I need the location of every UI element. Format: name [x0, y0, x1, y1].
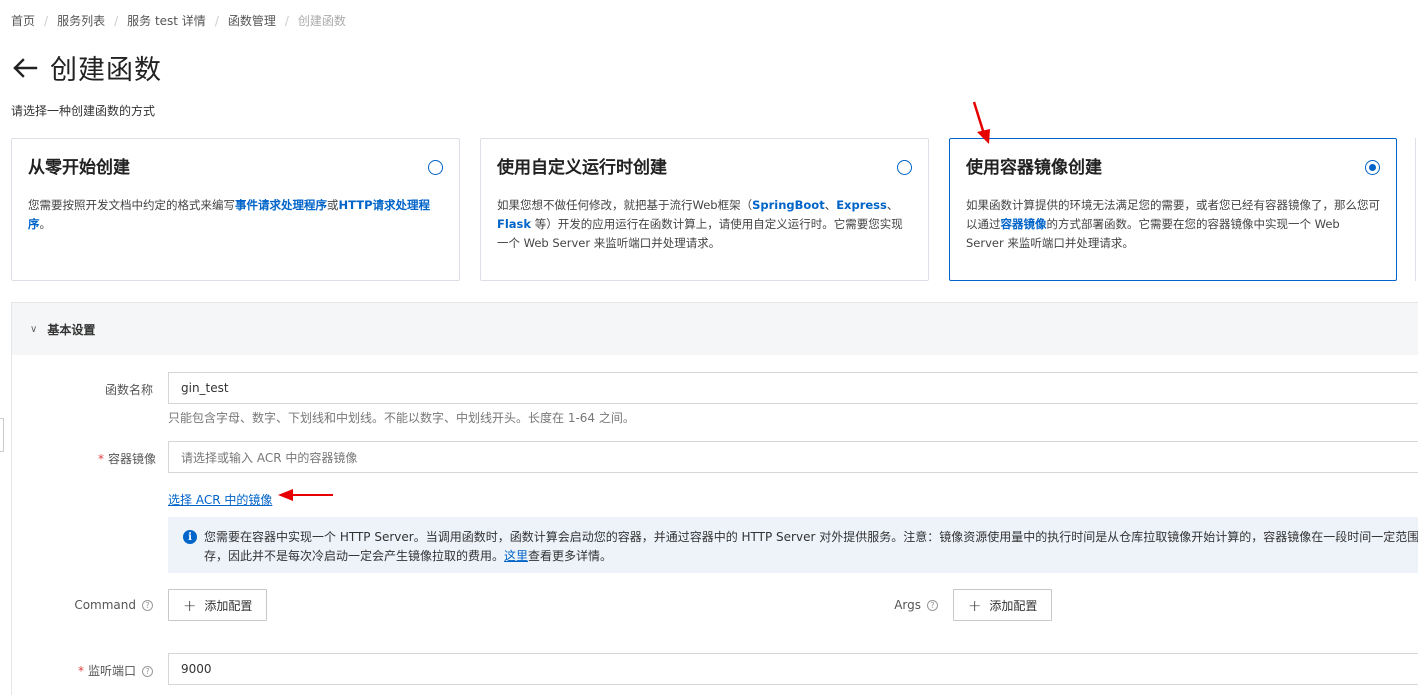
card-title: 使用自定义运行时创建: [497, 158, 667, 178]
port-label: * 监听端口?: [60, 662, 153, 679]
info-text-line2: 存，因此并不是每次冷启动一定会产生镜像拉取的费用。这里查看更多详情。: [204, 549, 613, 563]
page-title: 创建函数: [50, 55, 162, 86]
card-description: 如果函数计算提供的环境无法满足您的需要，或者您已经有容器镜像了，那么您可以通过容…: [966, 198, 1380, 250]
card-title: 从零开始创建: [28, 158, 130, 178]
plus-icon: +: [968, 595, 982, 615]
create-method-card-container-image[interactable]: 使用容器镜像创建 如果函数计算提供的环境无法满足您的需要，或者您已经有容器镜像了…: [949, 138, 1397, 281]
add-args-config-button[interactable]: + 添加配置: [953, 589, 1053, 621]
breadcrumb-function-mgmt[interactable]: 函数管理: [228, 12, 276, 29]
breadcrumb-home[interactable]: 首页: [11, 12, 35, 29]
create-method-card-scratch[interactable]: 从零开始创建 您需要按照开发文档中约定的格式来编写事件请求处理程序或HTTP请求…: [11, 138, 460, 281]
radio-button[interactable]: [897, 160, 912, 175]
page-header: 创建函数: [10, 48, 162, 87]
info-detail-link[interactable]: 这里: [504, 549, 528, 563]
breadcrumb-service-detail[interactable]: 服务 test 详情: [127, 12, 206, 29]
command-label: Command?: [60, 598, 153, 612]
breadcrumb-separator: /: [214, 13, 219, 28]
card-description: 您需要按照开发文档中约定的格式来编写事件请求处理程序或HTTP请求处理程序。: [28, 198, 431, 231]
help-icon[interactable]: ?: [142, 666, 153, 677]
page-subtitle: 请选择一种创建函数的方式: [11, 104, 156, 118]
args-label: Args?: [860, 598, 938, 612]
info-notice: i 您需要在容器中实现一个 HTTP Server。当调用函数时，函数计算会启动…: [168, 517, 1418, 573]
function-name-label: 函数名称: [104, 383, 153, 397]
select-acr-image-link[interactable]: 选择 ACR 中的镜像: [168, 491, 272, 508]
annotation-arrow-icon: [972, 101, 990, 144]
info-icon: i: [183, 530, 197, 544]
side-handle[interactable]: [0, 418, 4, 452]
card-title: 使用容器镜像创建: [966, 158, 1102, 178]
breadcrumb-separator: /: [114, 13, 119, 28]
radio-button-checked[interactable]: [1365, 160, 1380, 175]
breadcrumb-service-list[interactable]: 服务列表: [57, 12, 105, 29]
section-header[interactable]: ∨ 基本设置: [12, 303, 1418, 355]
add-command-config-button[interactable]: + 添加配置: [168, 589, 268, 621]
annotation-arrow-icon: [278, 489, 333, 501]
breadcrumb-current: 创建函数: [297, 14, 346, 28]
container-image-input[interactable]: 请选择或输入 ACR 中的容器镜像: [168, 441, 1418, 473]
breadcrumb-separator: /: [44, 13, 49, 28]
info-text-line1: 您需要在容器中实现一个 HTTP Server。当调用函数时，函数计算会启动您的…: [204, 530, 1418, 544]
radio-button[interactable]: [428, 160, 443, 175]
function-name-input[interactable]: gin_test: [168, 372, 1418, 404]
back-arrow-icon[interactable]: [10, 53, 40, 83]
port-input[interactable]: 9000: [168, 653, 1418, 685]
function-name-hint: 只能包含字母、数字、下划线和中划线。不能以数字、中划线开头。长度在 1-64 之…: [168, 411, 635, 425]
create-method-card-custom-runtime[interactable]: 使用自定义运行时创建 如果您想不做任何修改，就把基于流行Web框架（Spring…: [480, 138, 929, 281]
container-image-label: * 容器镜像: [97, 452, 156, 466]
chevron-down-icon: ∨: [30, 323, 38, 335]
help-icon[interactable]: ?: [927, 600, 938, 611]
breadcrumb: 首页 / 服务列表 / 服务 test 详情 / 函数管理 / 创建函数: [11, 12, 346, 29]
breadcrumb-separator: /: [284, 13, 289, 28]
help-icon[interactable]: ?: [142, 600, 153, 611]
section-title: 基本设置: [47, 322, 96, 337]
card-description: 如果您想不做任何修改，就把基于流行Web框架（SpringBoot、Expres…: [497, 198, 903, 250]
plus-icon: +: [183, 595, 197, 615]
